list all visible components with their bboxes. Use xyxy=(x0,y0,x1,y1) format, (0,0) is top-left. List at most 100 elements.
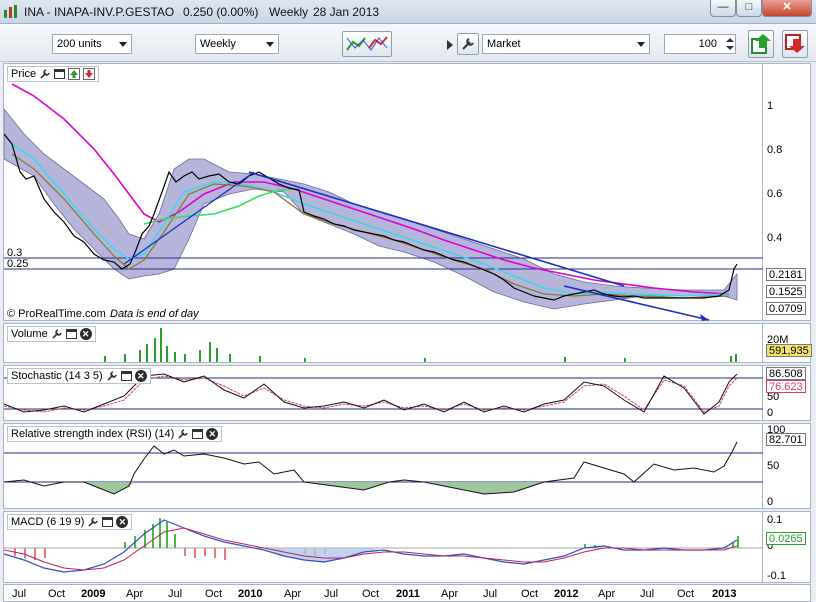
macd-tick-01: 0.1 xyxy=(767,514,783,526)
timeframe-select-value: Weekly xyxy=(200,38,236,50)
price-tick-1: 1 xyxy=(767,100,774,112)
time-axis: Jul Oct 2009 Apr Jul Oct 2010 Apr Jul Oc… xyxy=(3,584,811,602)
wrench-icon[interactable] xyxy=(39,68,51,80)
price-tick-04: 0.4 xyxy=(767,232,783,244)
minimize-button[interactable]: — xyxy=(710,0,736,17)
macd-hist-positive xyxy=(124,518,739,548)
xaxis-label: Jul xyxy=(168,588,183,600)
close-icon[interactable]: ✕ xyxy=(134,370,147,382)
rsi-panel-header: Relative strength index (RSI) (14) ✕ xyxy=(7,426,223,442)
close-button[interactable]: ✕ xyxy=(762,0,812,17)
xaxis-label: Oct xyxy=(521,588,539,600)
macd-axis: 0.1 0 -0.1 xyxy=(763,511,811,583)
price-axis: 1 0.8 0.6 0.4 xyxy=(763,63,811,321)
xaxis-label: Apr xyxy=(441,588,459,600)
volume-panel[interactable]: Volume ✕ xyxy=(3,323,763,363)
window-icon[interactable] xyxy=(192,429,204,439)
window-icon[interactable] xyxy=(54,69,66,79)
stochastic-tick-0: 0 xyxy=(767,407,774,419)
close-icon[interactable]: ✕ xyxy=(206,428,219,440)
volume-bars xyxy=(104,328,737,362)
wrench-icon[interactable] xyxy=(51,328,63,340)
xaxis-label: 2013 xyxy=(712,588,737,600)
wrench-icon[interactable] xyxy=(106,370,118,382)
xaxis-label: Oct xyxy=(362,588,380,600)
order-type-select[interactable]: Market xyxy=(482,34,650,54)
wrench-icon xyxy=(462,38,474,50)
value-box-mid: 0.1525 xyxy=(766,285,806,298)
macd-value-box: 0.0265 xyxy=(766,532,806,545)
maximize-button[interactable]: □ xyxy=(736,0,762,17)
data-note: Data is end of day xyxy=(110,308,199,320)
quantity-stepper[interactable]: 100 xyxy=(664,34,736,54)
chevron-down-icon xyxy=(266,42,274,47)
volume-axis: 20M xyxy=(763,323,811,363)
window-icon[interactable] xyxy=(102,517,114,527)
move-up-icon[interactable] xyxy=(68,68,81,80)
wrench-icon[interactable] xyxy=(177,428,189,440)
price-panel-header: Price xyxy=(7,66,100,82)
wrench-icon[interactable] xyxy=(87,516,99,528)
xaxis-label: Apr xyxy=(284,588,302,600)
xaxis-label: Apr xyxy=(598,588,616,600)
stepper-arrows-icon[interactable] xyxy=(725,37,735,51)
rsi-panel-title: Relative strength index (RSI) (14) xyxy=(11,428,175,440)
chart-style-icon xyxy=(346,36,388,51)
timeframe-select[interactable]: Weekly xyxy=(195,34,279,54)
xaxis-label: Jul xyxy=(12,588,27,600)
xaxis-label: 2009 xyxy=(81,588,106,600)
volume-panel-header: Volume ✕ xyxy=(7,326,96,342)
xaxis-label: Jul xyxy=(640,588,655,600)
volume-chart-svg xyxy=(104,328,737,362)
window-symbol: INA - INAPA-INV.P.GESTAO xyxy=(24,5,175,19)
macd-tick-neg01: -0.1 xyxy=(767,570,786,582)
price-tick-06: 0.6 xyxy=(767,188,783,200)
macd-panel[interactable]: MACD (6 19 9) ✕ xyxy=(3,511,764,583)
order-toolbar: 200 units Weekly Market 100 xyxy=(0,24,816,62)
price-panel[interactable]: Price 0.3 0.25 © ProRealTime.com Data is… xyxy=(3,63,764,322)
trendline-arrow xyxy=(700,314,709,321)
order-settings-button[interactable] xyxy=(457,33,479,55)
chevron-down-icon xyxy=(637,42,645,47)
units-select-value: 200 units xyxy=(57,38,102,50)
value-box-upper: 0.2181 xyxy=(766,268,806,281)
title-bar: INA - INAPA-INV.P.GESTAO 0.250 (0.00%) W… xyxy=(0,0,816,24)
buy-button[interactable] xyxy=(748,30,774,58)
stochastic-panel-title: Stochastic (14 3 5) xyxy=(11,370,103,382)
stochastic-value-signal: 76.623 xyxy=(766,380,806,393)
stochastic-panel[interactable]: Stochastic (14 3 5) ✕ xyxy=(3,365,764,421)
rsi-tick-0: 0 xyxy=(767,496,774,508)
move-down-icon[interactable] xyxy=(83,68,96,80)
xaxis-label: Oct xyxy=(205,588,223,600)
level-label-025: 0.25 xyxy=(7,258,29,270)
rsi-value-box: 82.701 xyxy=(766,433,806,446)
close-icon[interactable]: ✕ xyxy=(116,516,129,528)
xaxis-label: Apr xyxy=(126,588,144,600)
chart-style-button[interactable] xyxy=(342,31,392,57)
watermark: © ProRealTime.com xyxy=(7,308,106,320)
window-last-price: 0.250 (0.00%) xyxy=(183,5,259,19)
buy-icon xyxy=(751,34,771,54)
xaxis-label: 2012 xyxy=(554,588,579,600)
macd-panel-header: MACD (6 19 9) ✕ xyxy=(7,514,133,530)
macd-panel-title: MACD (6 19 9) xyxy=(11,516,85,528)
sell-button[interactable] xyxy=(782,30,808,58)
stochastic-value-main: 86.508 xyxy=(766,367,806,380)
xaxis-label: Jul xyxy=(324,588,339,600)
volume-value-box: 591,935 xyxy=(766,344,812,357)
price-chart-svg[interactable] xyxy=(4,64,764,322)
chevron-down-icon xyxy=(119,42,127,47)
window-icon[interactable] xyxy=(65,329,77,339)
xaxis-label: 2011 xyxy=(396,588,420,600)
order-type-value: Market xyxy=(487,38,521,50)
window-period: Weekly xyxy=(269,5,309,19)
close-icon[interactable]: ✕ xyxy=(79,328,92,340)
app-icon xyxy=(4,5,17,18)
expand-arrow-icon[interactable] xyxy=(447,40,453,50)
units-select[interactable]: 200 units xyxy=(52,34,132,54)
rsi-tick-50: 50 xyxy=(767,460,780,472)
stochastic-panel-header: Stochastic (14 3 5) ✕ xyxy=(7,368,151,384)
rsi-panel[interactable]: Relative strength index (RSI) (14) ✕ xyxy=(3,423,764,509)
window-icon[interactable] xyxy=(120,371,132,381)
sell-icon xyxy=(785,34,805,53)
